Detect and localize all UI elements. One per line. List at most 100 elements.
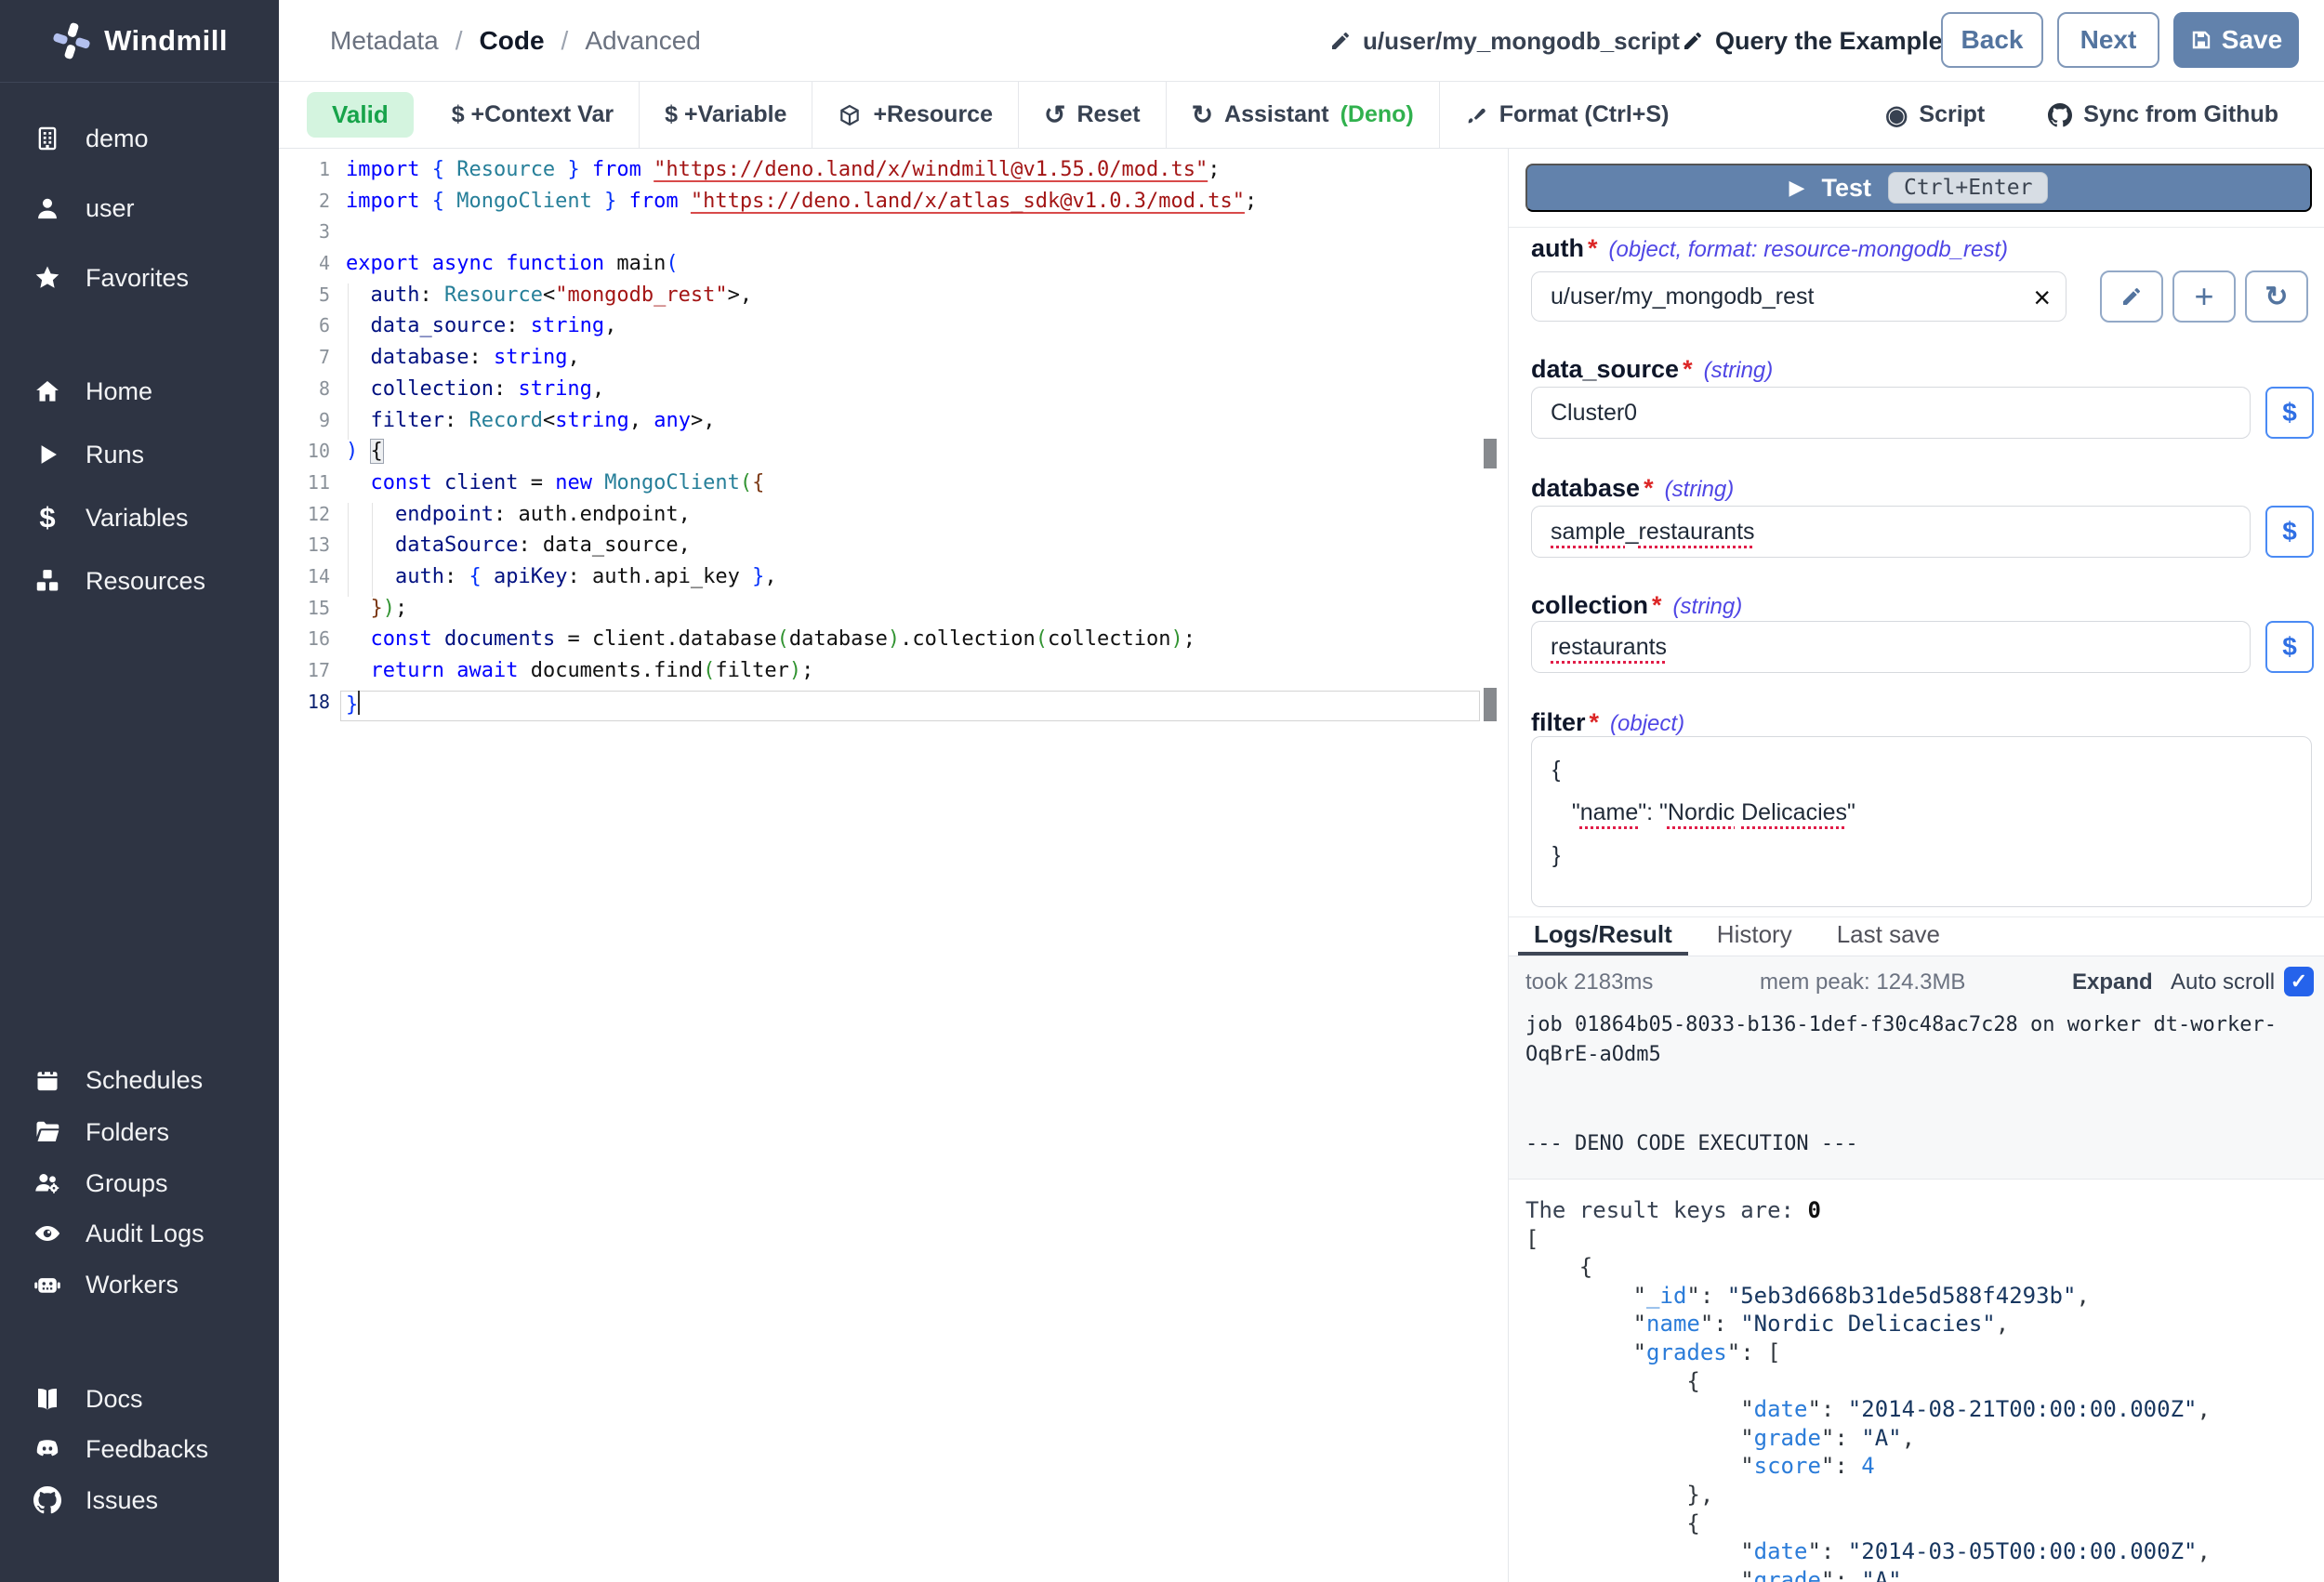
result-json-line: The result keys are: 0 <box>1525 1197 2316 1226</box>
line-number: 18 <box>279 691 330 722</box>
line-number: 13 <box>279 534 330 565</box>
sidebar-item-docs[interactable]: Docs <box>0 1376 279 1422</box>
sidebar-item-label: Resources <box>86 567 205 596</box>
assistant-button[interactable]: ↻ Assistant (Deno) <box>1167 82 1439 149</box>
tab-metadata[interactable]: Metadata <box>330 26 439 56</box>
expand-button[interactable]: Expand <box>2072 969 2153 995</box>
format-button[interactable]: Format (Ctrl+S) <box>1440 82 1695 149</box>
sidebar-item-favorites[interactable]: Favorites <box>0 255 279 301</box>
field-label-filter: filter* (object) <box>1531 708 1684 737</box>
sidebar-item-workspace-demo[interactable]: demo <box>0 115 279 162</box>
result-json-line: "_id": "5eb3d668b31de5d588f4293b", <box>1525 1283 2316 1312</box>
add-variable-button[interactable]: $ +Variable <box>640 82 812 149</box>
collection-input[interactable]: restaurants <box>1531 621 2251 673</box>
next-button[interactable]: Next <box>2057 12 2159 68</box>
code-editor[interactable]: 123456789101112131415161718 import { Res… <box>279 149 1508 1582</box>
data-source-input[interactable]: Cluster0 <box>1531 387 2251 439</box>
windmill-pinwheel-icon <box>51 20 92 61</box>
code-line: filter: Record<string, any>, <box>340 409 1480 441</box>
sidebar-item-folders[interactable]: Folders <box>0 1109 279 1155</box>
sidebar-item-variables[interactable]: $ Variables <box>0 494 279 541</box>
dollar-icon: $ <box>2282 517 2297 547</box>
add-resource-button[interactable]: +Resource <box>812 82 1018 149</box>
pencil-icon <box>1329 30 1352 52</box>
validation-status-badge: Valid <box>307 92 414 138</box>
auth-resource-value: u/user/my_mongodb_rest <box>1551 283 1814 310</box>
code-line: export async function main( <box>340 252 1480 283</box>
tab-advanced[interactable]: Advanced <box>585 26 701 56</box>
field-label-database: database* (string) <box>1531 474 1734 503</box>
database-value: sample_restaurants <box>1551 519 1755 546</box>
line-number: 8 <box>279 377 330 409</box>
tab-code[interactable]: Code <box>480 26 545 56</box>
sidebar-item-schedules[interactable]: Schedules <box>0 1057 279 1103</box>
script-kind-button[interactable]: ◉ Script <box>1860 82 2010 149</box>
insert-variable-button[interactable]: $ <box>2265 387 2314 439</box>
tab-history[interactable]: History <box>1701 920 1808 956</box>
sidebar-item-label: Groups <box>86 1169 168 1198</box>
sidebar-item-label: demo <box>86 125 149 153</box>
sidebar-item-home[interactable]: Home <box>0 368 279 415</box>
home-icon <box>32 377 63 405</box>
save-button[interactable]: Save <box>2173 12 2299 68</box>
script-summary[interactable]: Query the Example... <box>1682 0 1963 82</box>
sidebar-item-workers[interactable]: Workers <box>0 1261 279 1308</box>
sidebar-item-issues[interactable]: Issues <box>0 1477 279 1523</box>
format-label: Format (Ctrl+S) <box>1499 101 1670 128</box>
code-line: auth: { apiKey: auth.api_key }, <box>340 565 1480 597</box>
overview-ruler-mark <box>1484 688 1497 721</box>
line-number: 14 <box>279 565 330 597</box>
job-log-text: job 01864b05-8033-b136-1def-f30c48ac7c28… <box>1525 1010 2277 1159</box>
insert-variable-button[interactable]: $ <box>2265 621 2314 673</box>
sidebar-item-resources[interactable]: Resources <box>0 558 279 604</box>
sidebar-item-label: Favorites <box>86 264 189 293</box>
reset-button[interactable]: ↺ Reset <box>1019 82 1166 149</box>
floppy-icon <box>2190 29 2212 51</box>
code-line: ) { <box>340 440 1480 471</box>
breadcrumb-separator: / <box>456 26 463 56</box>
result-tabs: Logs/Result History Last save <box>1518 920 1956 956</box>
line-number: 10 <box>279 440 330 471</box>
database-input[interactable]: sample_restaurants <box>1531 506 2251 558</box>
line-number: 1 <box>279 158 330 190</box>
test-run-button[interactable]: ▶ Test Ctrl+Enter <box>1525 164 2312 212</box>
sidebar-item-groups[interactable]: Groups <box>0 1160 279 1206</box>
auth-resource-input[interactable]: u/user/my_mongodb_rest × <box>1531 271 2067 322</box>
filter-json-line: } <box>1552 834 2291 877</box>
sync-from-github-button[interactable]: Sync from Github <box>2023 82 2304 149</box>
insert-variable-button[interactable]: $ <box>2265 506 2314 558</box>
sidebar-item-user[interactable]: user <box>0 185 279 231</box>
person-icon <box>32 195 63 221</box>
sidebar-item-feedbacks[interactable]: Feedbacks <box>0 1426 279 1472</box>
add-resource-button-small[interactable]: + <box>2172 270 2236 323</box>
edit-resource-button[interactable] <box>2100 270 2163 323</box>
clear-icon[interactable]: × <box>2033 272 2051 323</box>
field-type-note: (object, format: resource-mongodb_rest) <box>1609 237 2009 263</box>
sidebar: Windmill demo user Favorites Home <box>0 0 279 1582</box>
script-path[interactable]: u/user/my_mongodb_script <box>1329 0 1680 82</box>
code-content[interactable]: import { Resource } from "https://deno.l… <box>340 158 1480 721</box>
sidebar-item-label: Variables <box>86 504 189 533</box>
plus-icon: + <box>2194 277 2213 316</box>
result-json-line: }, <box>1525 1482 2316 1510</box>
sidebar-item-audit-logs[interactable]: Audit Logs <box>0 1210 279 1257</box>
text-cursor <box>358 691 360 715</box>
tab-logs-result[interactable]: Logs/Result <box>1518 920 1688 956</box>
add-context-var-button[interactable]: $ +Context Var <box>427 82 639 149</box>
required-asterisk: * <box>1683 355 1693 384</box>
back-button[interactable]: Back <box>1941 12 2043 68</box>
eye-icon <box>32 1219 63 1247</box>
refresh-resource-button[interactable]: ↻ <box>2245 270 2308 323</box>
assistant-language: (Deno) <box>1340 101 1414 128</box>
code-line: const documents = client.database(databa… <box>340 627 1480 659</box>
tab-last-save[interactable]: Last save <box>1821 920 1956 956</box>
breadcrumb: Metadata / Code / Advanced <box>330 0 701 82</box>
top-bar: Metadata / Code / Advanced u/user/my_mon… <box>279 0 2324 82</box>
editor-toolbar: Valid $ +Context Var $ +Variable +Resour… <box>279 82 2324 149</box>
code-line: dataSource: data_source, <box>340 534 1480 565</box>
windmill-logo[interactable]: Windmill <box>0 0 279 83</box>
sidebar-item-runs[interactable]: Runs <box>0 431 279 478</box>
filter-json-editor[interactable]: { "name": "Nordic Delicacies"} <box>1531 736 2312 907</box>
run-preview-panel: ▶ Test Ctrl+Enter auth* (object, format:… <box>1508 149 2324 1582</box>
autoscroll-checkbox[interactable]: ✓ <box>2284 967 2314 996</box>
